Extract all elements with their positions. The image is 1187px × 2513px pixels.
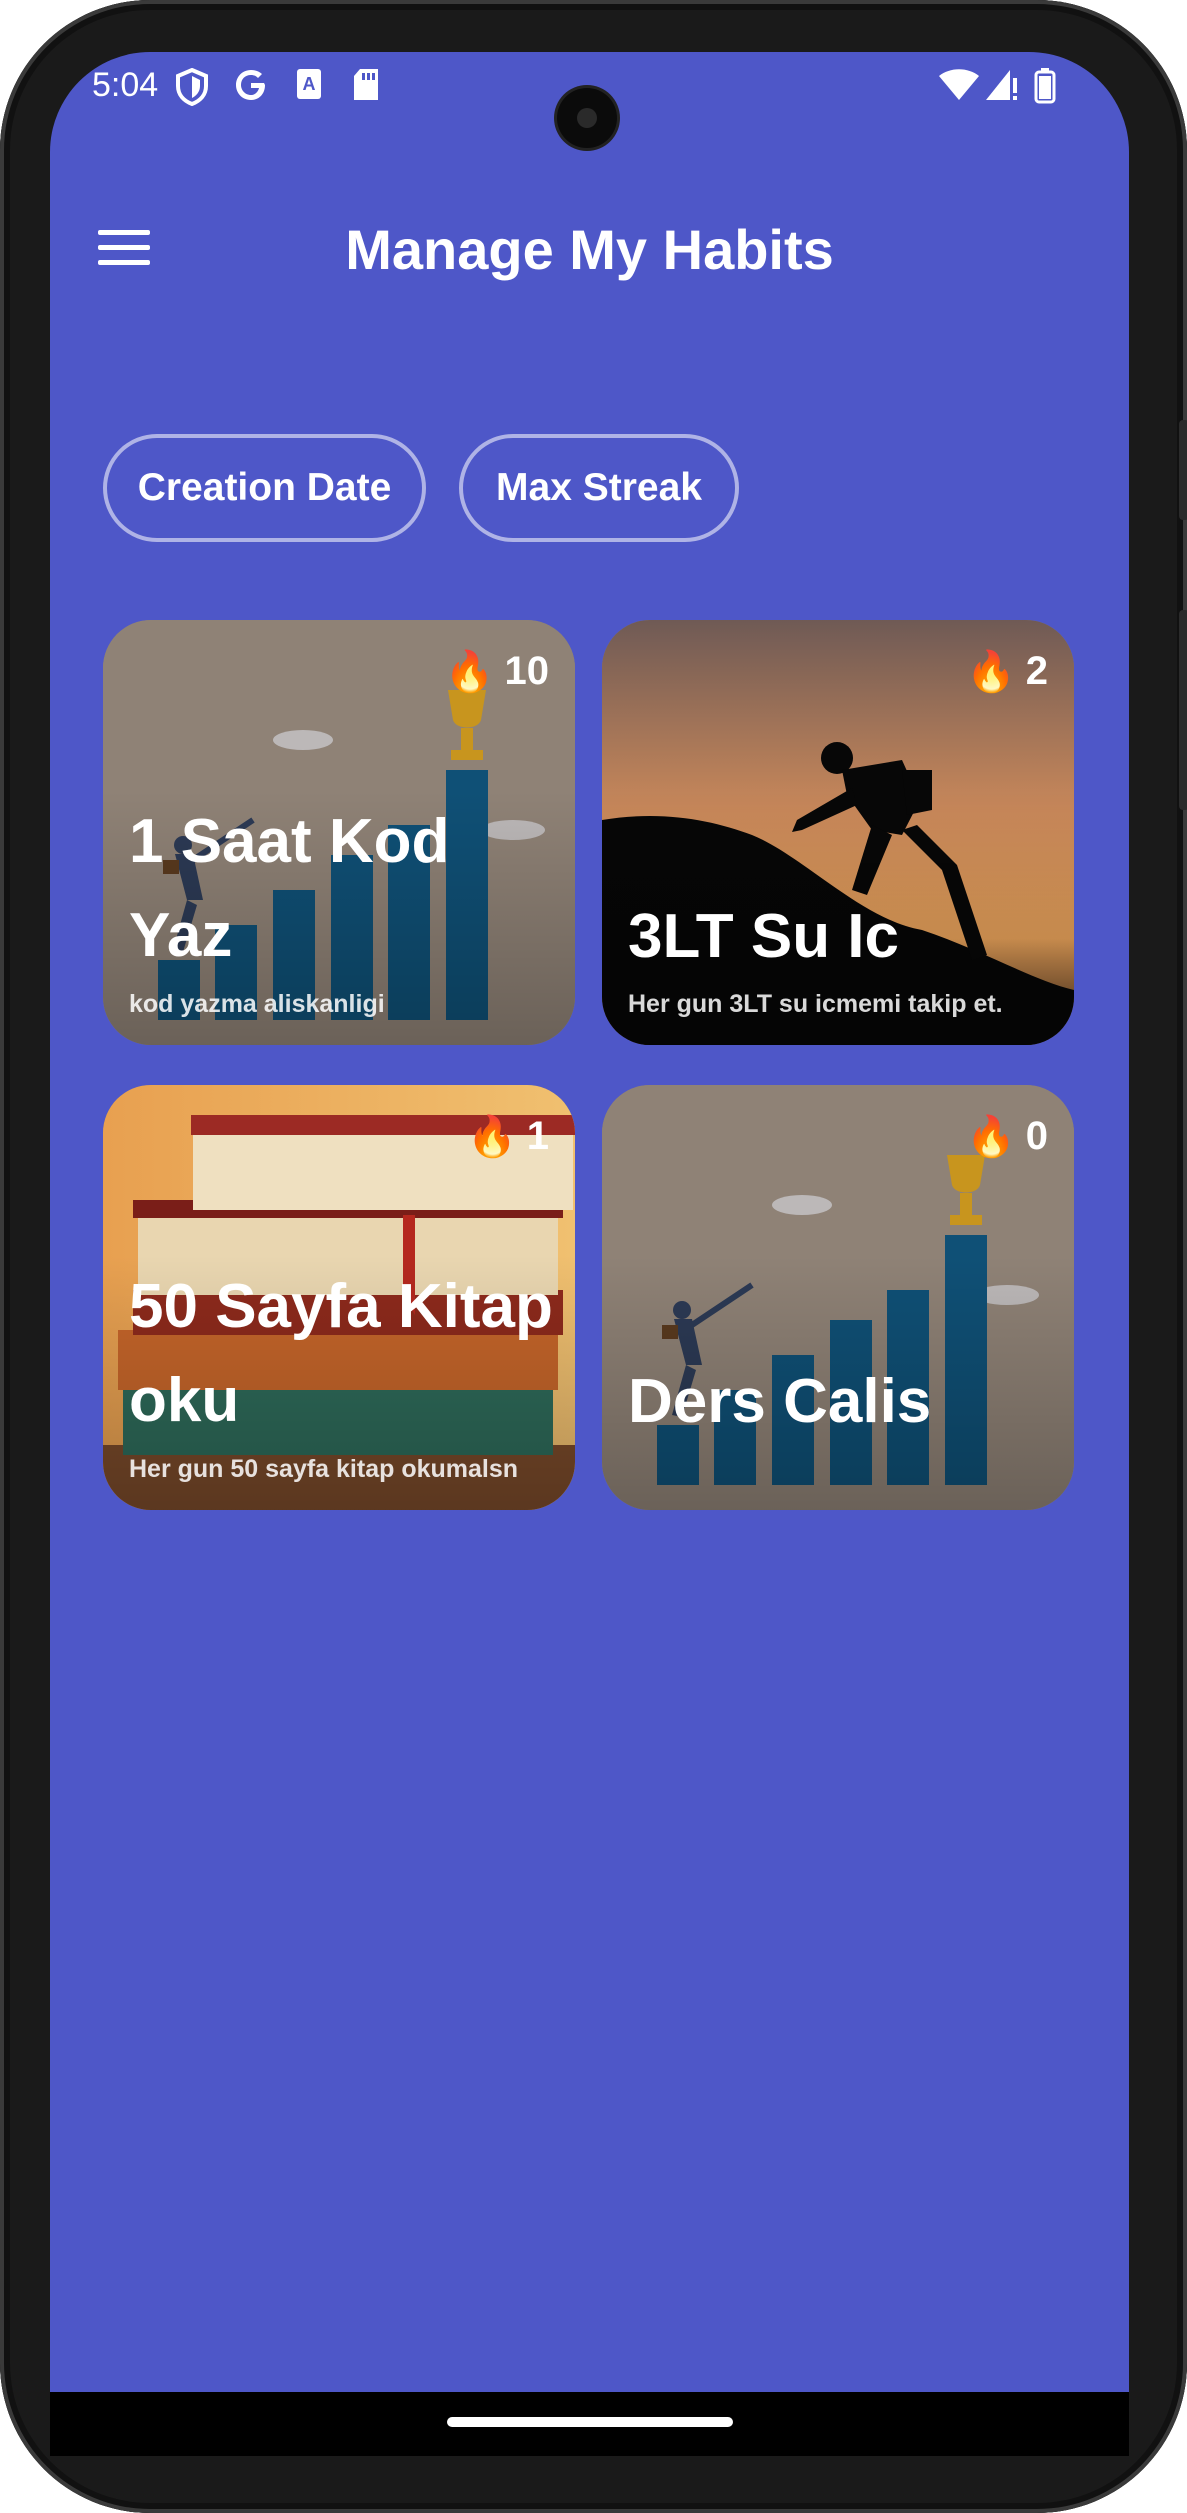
power-button [1179, 610, 1187, 810]
signal-icon [986, 70, 1017, 100]
google-icon [236, 70, 265, 100]
front-camera [557, 88, 617, 148]
streak-count: 2 [1025, 649, 1048, 693]
streak-badge: 🔥 1 [467, 1113, 549, 1160]
wifi-icon [939, 69, 979, 100]
page-title: Manage My Habits [345, 218, 834, 281]
habit-card[interactable]: 🔥 2 3LT Su Ic Her gun 3LT su icmemi taki… [602, 620, 1074, 1045]
sd-card-icon [354, 69, 378, 100]
streak-count: 1 [526, 1114, 549, 1158]
volume-button [1179, 420, 1187, 520]
habit-card[interactable]: 🔥 0 Ders Calis [602, 1085, 1074, 1510]
streak-badge: 🔥 2 [966, 648, 1048, 695]
flame-icon: 🔥 [965, 650, 1016, 694]
filter-creation-date[interactable]: Creation Date [103, 434, 426, 542]
streak-badge: 🔥 10 [445, 648, 549, 695]
filter-max-streak[interactable]: Max Streak [459, 434, 739, 542]
habit-name: Ders Calis [628, 1367, 932, 1436]
shield-icon [176, 68, 208, 106]
habit-card[interactable]: 🔥 10 1 Saat Kod Yaz kod yazma aliskanlig… [103, 620, 575, 1045]
streak-count: 0 [1025, 1114, 1048, 1158]
habit-name: 3LT Su Ic [628, 902, 900, 971]
home-indicator[interactable] [447, 2417, 733, 2427]
status-time: 5:04 [92, 66, 159, 104]
app-screen: 5:04 A Manage My Habits Creation Date Ma… [50, 52, 1129, 2392]
streak-count: 10 [504, 649, 550, 693]
habit-description: Her gun 3LT su icmemi takip et. [628, 990, 1003, 1018]
battery-icon [1034, 68, 1056, 104]
app-a-icon: A [297, 69, 321, 99]
habit-name: 50 Sayfa Kitap oku [129, 1272, 553, 1435]
flame-icon: 🔥 [965, 1115, 1016, 1159]
habit-card[interactable]: 🔥 1 50 Sayfa Kitap oku Her gun 50 sayfa … [103, 1085, 575, 1510]
habit-name: 1 Saat Kod Yaz [129, 807, 450, 970]
svg-text:A: A [303, 74, 316, 94]
habit-description: kod yazma aliskanligi [129, 990, 385, 1018]
flame-icon: 🔥 [466, 1115, 517, 1159]
habit-description: Her gun 50 sayfa kitap okumalsn [129, 1455, 519, 1483]
streak-badge: 🔥 0 [966, 1113, 1048, 1160]
flame-icon: 🔥 [444, 650, 495, 694]
